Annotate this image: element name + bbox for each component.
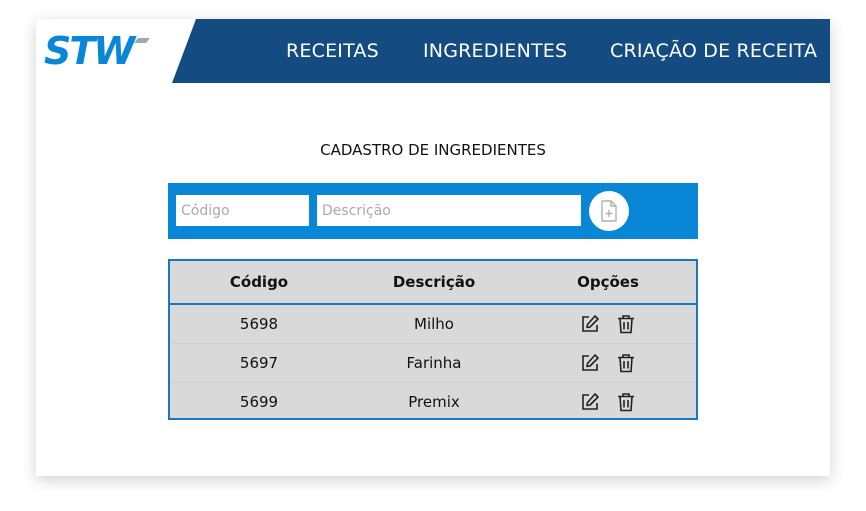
trash-icon[interactable] [615,352,637,374]
edit-icon[interactable] [579,391,601,413]
row-descricao: Premix [408,392,460,411]
row-codigo: 5697 [239,353,279,372]
row-descricao: Milho [414,314,454,333]
trash-icon[interactable] [615,391,637,413]
svg-text:STW: STW [44,30,137,70]
row-codigo: 5699 [239,392,279,411]
row-options [520,382,696,421]
header-codigo: Código [229,273,289,291]
add-ingredient-button[interactable] [589,191,629,231]
header-descricao: Descrição [392,273,476,291]
row-descricao: Farinha [406,353,462,372]
table-row: 5698 Milho [170,304,696,343]
ingredients-table: Código Descrição Opções 5698 Milho 5697 … [168,259,698,420]
table-row: 5699 Premix [170,382,696,421]
codigo-input[interactable] [176,195,309,226]
table-header-row: Código Descrição Opções [170,261,696,305]
page-title: CADASTRO DE INGREDIENTES [320,141,546,159]
row-options [520,304,696,343]
row-options [520,343,696,382]
header-opcoes: Opções [577,273,639,291]
edit-icon[interactable] [579,352,601,374]
edit-icon[interactable] [579,313,601,335]
nav-item-criacao-de-receita[interactable]: CRIAÇÃO DE RECEITA [610,19,817,83]
nav-item-ingredientes[interactable]: INGREDIENTES [423,19,567,83]
trash-icon[interactable] [615,313,637,335]
row-codigo: 5698 [239,314,279,333]
ingredient-form [168,183,698,239]
table-row: 5697 Farinha [170,343,696,382]
file-plus-icon [601,200,617,222]
descricao-input[interactable] [317,195,581,226]
stw-logo[interactable]: STW [42,30,152,70]
nav-item-receitas[interactable]: RECEITAS [286,19,379,83]
